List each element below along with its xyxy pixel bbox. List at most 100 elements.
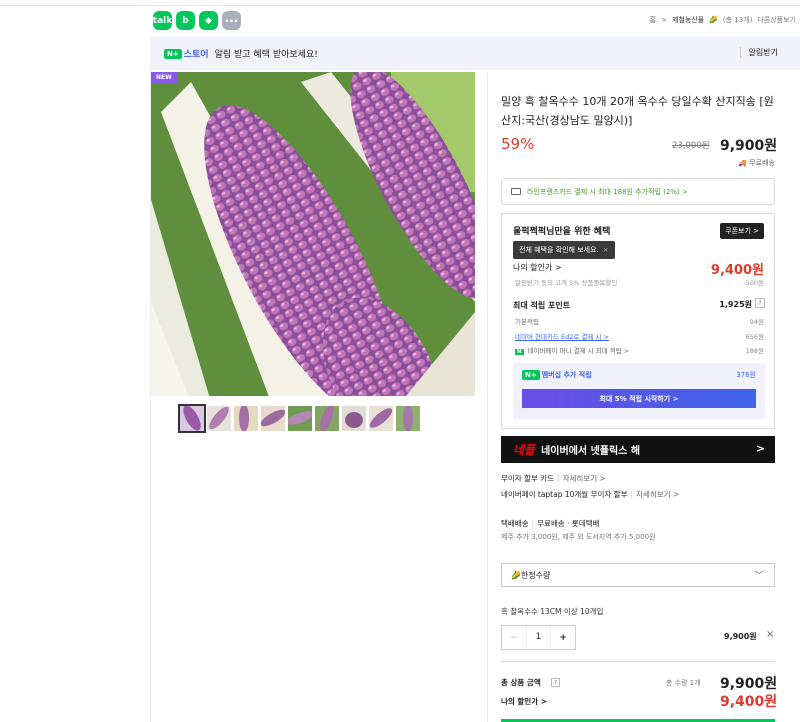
quantity-stepper: − 1 + [501, 625, 576, 650]
breadcrumb-count: (총 13개) [722, 16, 753, 24]
new-badge: NEW [151, 72, 177, 83]
top-divider [0, 5, 800, 6]
thumbnail[interactable] [315, 406, 339, 431]
total-price: 9,900원 [720, 676, 778, 692]
chevron-right-icon: > [755, 442, 765, 455]
close-icon[interactable]: × [603, 246, 609, 254]
nplus-logo: N+ [164, 48, 182, 59]
chevron-down-icon: ﹀ [754, 571, 764, 582]
card-benefit-text: 라인프렌즈카드 결제 시 최대 188원 추가적립 (2%) > [527, 187, 688, 196]
card-icon [511, 188, 521, 195]
thumbnail[interactable] [207, 406, 231, 431]
detail-link[interactable]: 자세히보기 > [563, 474, 606, 483]
total-label: 총 상품 금액 [501, 678, 541, 687]
total-count: 총 수량 1개 [666, 679, 701, 687]
benefit-box: 울퍽쩍퍽님만을 위한 혜택 쿠폰보기 > 전체 혜택을 확인해 보세요. × 나의… [501, 213, 775, 429]
product-image[interactable]: NEW [151, 72, 475, 396]
delivery-type: 무료배송 · 롯데택배 [537, 519, 600, 528]
notice-banner: N+ 스토어 알림 받고 혜택 받아보세요! 알림받기 [150, 37, 800, 70]
thumbnail[interactable] [342, 406, 366, 431]
sale-price: 9,900원 [720, 138, 778, 154]
point-row-label[interactable]: 네이버 현대카드 Ed2로 결제 시 > [515, 331, 609, 341]
shipping-text: 무료배송 [749, 159, 775, 167]
detail-link[interactable]: 자세히보기 > [636, 490, 679, 499]
delivery-row: 택배배송 | 무료배송 · 롯데택배 [501, 519, 600, 528]
option-price: 9,900원 [724, 632, 757, 641]
nplus-logo: N+ [522, 370, 540, 380]
point-row-label: 네이버페이 머니 결제 시 최대 적립 > [527, 347, 630, 355]
thumbnail[interactable] [396, 406, 420, 431]
notify-button[interactable]: 알림받기 [739, 47, 778, 58]
breadcrumb-other[interactable]: 다른상품보기 [757, 15, 796, 25]
coupon-button[interactable]: 쿠폰보기 > [720, 223, 764, 239]
card-benefit[interactable]: 라인프렌즈카드 결제 시 최대 188원 추가적립 (2%) > [501, 178, 775, 205]
membership-value: 376원 [736, 371, 756, 379]
talk-share-icon[interactable]: talk [153, 11, 172, 30]
breadcrumb-home[interactable]: 홈 [650, 15, 656, 25]
delivery-label: 택배배송 [501, 519, 529, 528]
benefit-title: 울퍽쩍퍽님만을 위한 혜택 [513, 227, 611, 237]
remove-option-icon[interactable]: × [766, 629, 774, 640]
option-select[interactable]: 🌽한정수량 ﹀ [501, 563, 775, 587]
netflix-text: 네이버에서 넷플릭스 해 [541, 446, 641, 457]
product-title: 밀양 흑 찰옥수수 10개 20개 옥수수 당일수확 산지직송 [원산지:국산(… [501, 95, 774, 127]
quantity-input[interactable]: 1 [525, 626, 552, 649]
truck-icon: 🚚 [738, 159, 750, 167]
points-label: 최대 적립 포인트 [513, 301, 571, 310]
thumbnail[interactable] [234, 406, 258, 431]
original-price: 23,000원 [672, 141, 710, 151]
breadcrumb-category[interactable]: 제철농산물 [672, 15, 704, 25]
thumbnail[interactable] [369, 406, 393, 431]
more-share-icon[interactable]: ··· [222, 11, 241, 30]
help-icon[interactable]: ? [551, 678, 560, 687]
installment-row: 네이버페이 taptap 10개월 무이자 할부 | 자세히보기 > [501, 490, 680, 499]
corn-icon: 🌽 [709, 16, 718, 24]
delivery-note: 제주 추가 3,000원, 제주 외 도서지역 추가 5,000원 [501, 533, 656, 541]
point-row-label: 기본적립 [515, 318, 539, 326]
decrease-button[interactable]: − [502, 633, 526, 643]
discount-rate: 59% [501, 135, 535, 153]
my-discount-value: 9,400원 [710, 263, 764, 278]
membership-start-button[interactable]: 최대 5% 적립 시작하기 > [522, 389, 756, 408]
page: talk b ◆ ··· 홈 > 제철농산물 🌽 (총 13개) 다른상품보기 … [0, 0, 800, 722]
thumbnail[interactable] [288, 406, 312, 431]
breadcrumb: 홈 > 제철농산물 🌽 (총 13개) 다른상품보기 [650, 15, 796, 25]
thumbnail[interactable] [261, 406, 285, 431]
benefit-tooltip: 전체 혜택을 확인해 보세요. × [513, 241, 615, 259]
band-share-icon[interactable]: b [176, 11, 195, 30]
thumbnail-strip [178, 404, 420, 433]
total-divider [501, 661, 775, 662]
banner-text: 알림 받고 혜택 받아보세요! [214, 50, 318, 60]
column-divider [487, 72, 488, 722]
tooltip-text: 전체 혜택을 확인해 보세요. [519, 246, 599, 254]
membership-box: N+ 멤버십 추가 적립 376원 최대 5% 적립 시작하기 > [513, 363, 765, 419]
netflix-banner[interactable]: 네플 네이버에서 넷플릭스 해 > [501, 436, 775, 463]
discount-detail-value: -500원 [743, 279, 764, 287]
thumbnail[interactable] [178, 404, 206, 433]
bookmark-share-icon[interactable]: ◆ [199, 11, 218, 30]
npay-icon: N [515, 349, 524, 355]
store-logo: 스토어 [183, 50, 209, 60]
point-row-value: 188원 [745, 347, 764, 355]
membership-label: N+ 멤버십 추가 적립 [522, 370, 592, 380]
point-row-value: 656원 [745, 333, 764, 341]
netflix-logo: 네플 [513, 443, 536, 457]
corn-photo [151, 72, 475, 396]
discount-detail: 알림받기 동의 고객 5% 상품중복할인 [515, 279, 618, 287]
breadcrumb-separator: > [661, 16, 667, 24]
point-row[interactable]: N 네이버페이 머니 결제 시 최대 적립 > [515, 345, 629, 355]
my-discount-label[interactable]: 나의 할인가 > [513, 262, 562, 273]
point-row-value: 94원 [749, 318, 764, 326]
my-discount-total: 9,400원 [720, 694, 778, 710]
installment-label: 무이자 할부 카드 [501, 474, 555, 483]
selected-option-name: 흑 찰옥수수 13CM 이상 10개입 [501, 607, 604, 616]
shipping-info: 🚚 무료배송 [738, 158, 775, 168]
share-bar: talk b ◆ ··· [153, 11, 241, 30]
installment-row: 무이자 할부 카드 | 자세히보기 > [501, 474, 606, 483]
my-discount-label[interactable]: 나의 할인가 > [501, 696, 547, 707]
option-select-value: 🌽한정수량 [511, 570, 551, 580]
increase-button[interactable]: + [551, 633, 575, 643]
help-icon[interactable]: ? [755, 298, 765, 308]
installment-label: 네이버페이 taptap 10개월 무이자 할부 [501, 490, 628, 499]
points-value: 1,925원 [719, 300, 752, 309]
